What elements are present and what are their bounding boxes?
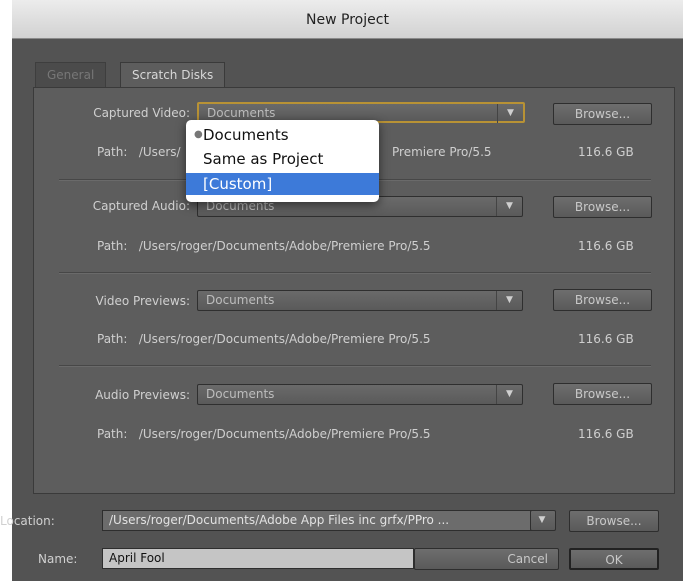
audio-previews-path-label: Path: — [97, 427, 128, 441]
dialog-title: New Project — [306, 12, 389, 28]
menu-item-custom[interactable]: [Custom] — [186, 173, 379, 195]
captured-video-path-label: Path: — [97, 145, 128, 159]
captured-audio-path-label: Path: — [97, 239, 128, 253]
menu-item-same-as-project[interactable]: Same as Project — [186, 148, 379, 170]
tab-scratch-disks[interactable]: Scratch Disks — [120, 62, 226, 88]
captured-audio-browse-button[interactable]: Browse... — [553, 196, 652, 218]
captured-video-browse-button[interactable]: Browse... — [553, 103, 652, 125]
captured-video-path-visible: /Users/ — [138, 145, 181, 159]
audio-previews-label: Audio Previews: — [95, 388, 190, 402]
chevron-down-icon: ▼ — [496, 291, 522, 310]
tab-general[interactable]: General — [35, 62, 107, 87]
menu-item-documents[interactable]: ● Documents — [186, 124, 379, 146]
captured-audio-size: 116.6 GB — [578, 239, 634, 253]
captured-video-value: Documents — [207, 106, 276, 120]
location-dropdown[interactable]: ▼ — [530, 510, 556, 531]
title-bar: New Project — [12, 0, 683, 39]
captured-video-label: Captured Video: — [93, 106, 190, 120]
chevron-down-icon: ▼ — [538, 515, 546, 525]
video-previews-label: Video Previews: — [95, 294, 190, 308]
captured-video-path-tail: Premiere Pro/5.5 — [392, 145, 492, 159]
divider — [59, 365, 651, 367]
audio-previews-dropdown[interactable]: Documents ▼ — [197, 384, 523, 405]
video-previews-path: /Users/roger/Documents/Adobe/Premiere Pr… — [138, 332, 431, 346]
video-previews-browse-button[interactable]: Browse... — [553, 289, 652, 311]
captured-video-size: 116.6 GB — [578, 145, 634, 159]
captured-video-popup-menu: ● Documents Same as Project [Custom] — [186, 120, 379, 202]
audio-previews-size: 116.6 GB — [578, 427, 634, 441]
name-field[interactable]: April Fool — [102, 548, 414, 569]
audio-previews-value: Documents — [206, 387, 275, 401]
location-browse-button[interactable]: Browse... — [569, 510, 659, 532]
chevron-down-icon: ▼ — [497, 104, 523, 123]
name-label: Name: — [38, 552, 78, 566]
location-value: /Users/roger/Documents/Adobe App Files i… — [109, 513, 450, 527]
chevron-down-icon: ▼ — [496, 385, 522, 404]
audio-previews-path: /Users/roger/Documents/Adobe/Premiere Pr… — [138, 427, 431, 441]
location-label: Location: — [0, 514, 55, 528]
name-value: April Fool — [109, 551, 165, 565]
video-previews-size: 116.6 GB — [578, 332, 634, 346]
ok-button[interactable]: OK — [569, 548, 659, 570]
checked-bullet-icon: ● — [194, 129, 203, 140]
captured-audio-label: Captured Audio: — [92, 199, 190, 213]
video-previews-value: Documents — [206, 293, 275, 307]
divider — [59, 272, 651, 274]
chevron-down-icon: ▼ — [496, 197, 522, 216]
cancel-button[interactable]: Cancel — [414, 548, 559, 570]
captured-audio-path: /Users/roger/Documents/Adobe/Premiere Pr… — [138, 239, 431, 253]
video-previews-dropdown[interactable]: Documents ▼ — [197, 290, 523, 311]
audio-previews-browse-button[interactable]: Browse... — [553, 383, 652, 405]
video-previews-path-label: Path: — [97, 332, 128, 346]
new-project-dialog: New Project General Scratch Disks Captur… — [0, 0, 683, 581]
location-field[interactable]: /Users/roger/Documents/Adobe App Files i… — [102, 510, 532, 531]
